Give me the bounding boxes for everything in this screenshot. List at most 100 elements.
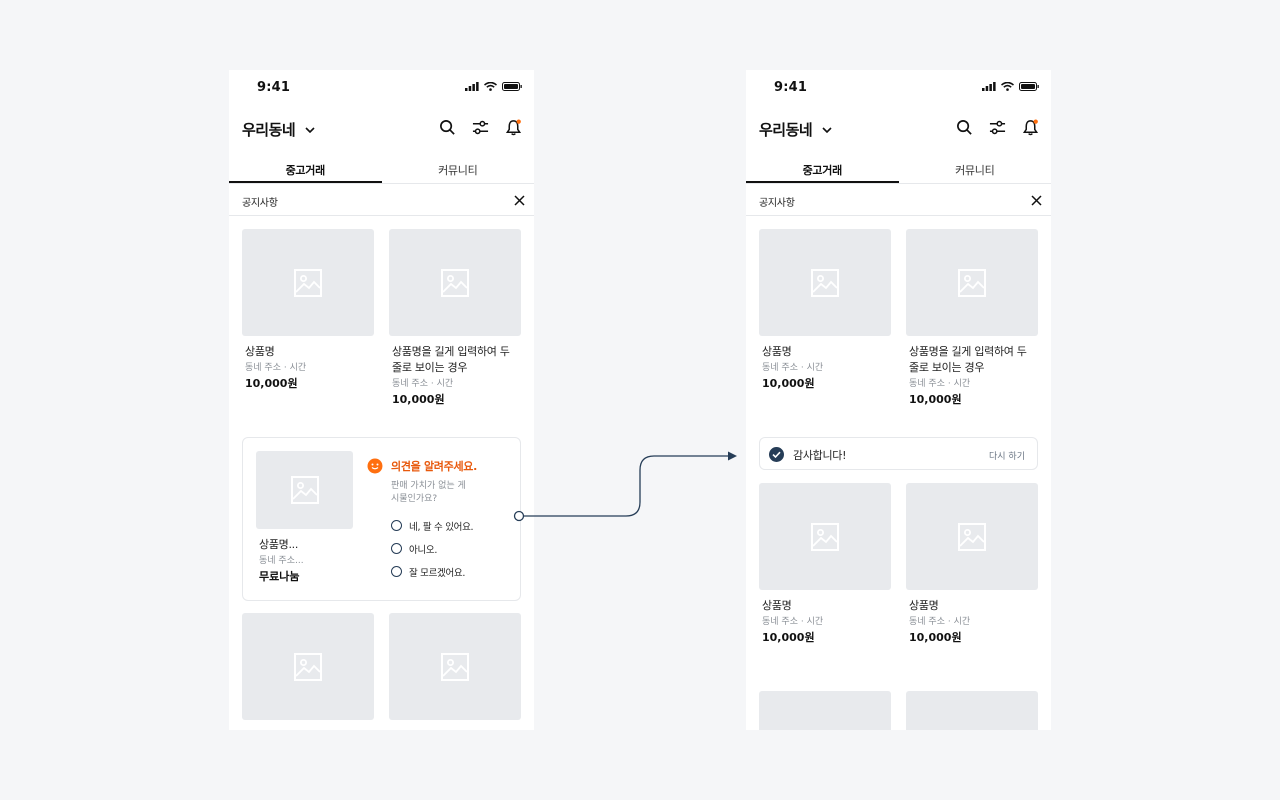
product-card[interactable] [389,613,521,720]
product-price: 무료나눔 [259,570,300,583]
product-card[interactable] [759,691,891,730]
product-price: 10,000원 [909,393,962,406]
product-card[interactable]: 상품명 동네 주소 · 시간 10,000원 [906,483,1038,646]
product-image-placeholder [242,229,374,336]
image-icon [811,523,839,551]
image-icon [291,476,319,504]
notice-banner[interactable]: 공지사항 [746,184,1051,216]
product-card[interactable]: 상품명 동네 주소 · 시간 10,000원 [242,229,374,392]
chevron-down-icon [305,126,315,133]
feedback-thanks-card: 감사합니다! 다시 하기 [759,437,1038,470]
notice-banner[interactable]: 공지사항 [229,184,534,216]
check-circle-icon [769,447,784,462]
signal-icon [982,82,996,91]
location-selector[interactable]: 우리동네 [759,119,832,140]
radio-icon [391,520,402,531]
image-icon [441,653,469,681]
header-actions [439,119,522,136]
survey-options: 네, 팔 수 있어요. 아니오. 잘 모르겠어요. [391,514,517,583]
product-price: 10,000원 [245,377,298,390]
radio-icon [391,566,402,577]
filter-icon[interactable] [989,119,1006,136]
status-time: 9:41 [257,80,291,95]
product-image-placeholder [906,229,1038,336]
product-card[interactable] [242,613,374,720]
product-name: 상품명을 길게 입력하여 두 줄로 보이는 경우 [392,345,510,374]
product-image-placeholder [242,613,374,720]
survey-product[interactable]: 상품명... 동네 주소... 무료나눔 [256,451,353,585]
location-name: 우리동네 [242,121,296,139]
notice-label: 공지사항 [759,198,795,209]
product-image-placeholder [256,451,353,529]
product-meta: 동네 주소 · 시간 [909,379,971,389]
bell-icon[interactable] [505,119,522,136]
product-name: 상품명을 길게 입력하여 두 줄로 보이는 경우 [909,345,1027,374]
location-name: 우리동네 [759,121,813,139]
tab-community[interactable]: 커뮤니티 [899,156,1052,183]
survey-option-yes[interactable]: 네, 팔 수 있어요. [391,514,517,537]
status-bar: 9:41 [229,70,534,106]
product-image-placeholder [906,691,1038,730]
thanks-message: 감사합니다! [793,449,847,462]
wifi-icon [1001,82,1014,91]
search-icon[interactable] [956,119,973,136]
arrow-path [523,455,728,517]
battery-icon [502,82,522,91]
product-image-placeholder [389,613,521,720]
app-header: 우리동네 [229,115,534,151]
tab-used-trade[interactable]: 중고거래 [229,156,382,183]
close-icon[interactable] [514,195,525,206]
product-card[interactable]: 상품명을 길게 입력하여 두 줄로 보이는 경우 동네 주소 · 시간 10,0… [389,229,521,408]
tab-bar: 중고거래 커뮤니티 [746,156,1051,184]
chevron-down-icon [822,126,832,133]
phone-screen-after: 9:41 우리동네 중고거래 커뮤니티 공지사항 상품명 동네 주소 · 시간 … [746,70,1051,730]
product-image-placeholder [759,483,891,590]
survey-title: 의견을 알려주세요. [391,460,477,473]
status-icons [982,82,1039,91]
product-name: 상품명 [245,345,275,358]
product-image-placeholder [389,229,521,336]
close-icon[interactable] [1031,195,1042,206]
product-image-placeholder [906,483,1038,590]
product-card[interactable]: 상품명 동네 주소 · 시간 10,000원 [759,483,891,646]
product-price: 10,000원 [392,393,445,406]
tab-community[interactable]: 커뮤니티 [382,156,535,183]
search-icon[interactable] [439,119,456,136]
product-card[interactable]: 상품명 동네 주소 · 시간 10,000원 [759,229,891,392]
product-meta: 동네 주소 · 시간 [392,379,454,389]
signal-icon [465,82,479,91]
radio-icon [391,543,402,554]
product-image-placeholder [759,229,891,336]
retry-button[interactable]: 다시 하기 [989,449,1025,462]
product-price: 10,000원 [762,377,815,390]
notice-label: 공지사항 [242,198,278,209]
option-label: 네, 팔 수 있어요. [409,521,474,533]
wifi-icon [484,82,497,91]
product-card[interactable] [906,691,1038,730]
location-selector[interactable]: 우리동네 [242,119,315,140]
product-meta: 동네 주소 · 시간 [245,363,307,373]
tab-used-trade[interactable]: 중고거래 [746,156,899,183]
phone-screen-before: 9:41 우리동네 중고거래 커뮤니티 공지사항 상품명 동네 주소 · 시간 … [229,70,534,730]
arrow-head [728,451,737,461]
image-icon [958,523,986,551]
smiley-icon [367,458,383,474]
image-icon [811,269,839,297]
option-label: 아니오. [409,544,438,556]
image-icon [294,269,322,297]
survey-option-unsure[interactable]: 잘 모르겠어요. [391,560,517,583]
product-price: 10,000원 [909,631,962,644]
survey-description: 판매 가치가 없는 게시물인가요? [391,481,466,504]
survey-title-row: 의견을 알려주세요. [367,458,517,474]
bell-icon[interactable] [1022,119,1039,136]
status-bar: 9:41 [746,70,1051,106]
product-name: 상품명 [762,345,792,358]
survey-option-no[interactable]: 아니오. [391,537,517,560]
product-card[interactable]: 상품명을 길게 입력하여 두 줄로 보이는 경우 동네 주소 · 시간 10,0… [906,229,1038,408]
image-icon [441,269,469,297]
app-header: 우리동네 [746,115,1051,151]
product-meta: 동네 주소 · 시간 [762,617,824,627]
product-meta: 동네 주소... [259,556,304,566]
filter-icon[interactable] [472,119,489,136]
product-name: 상품명... [259,538,299,551]
